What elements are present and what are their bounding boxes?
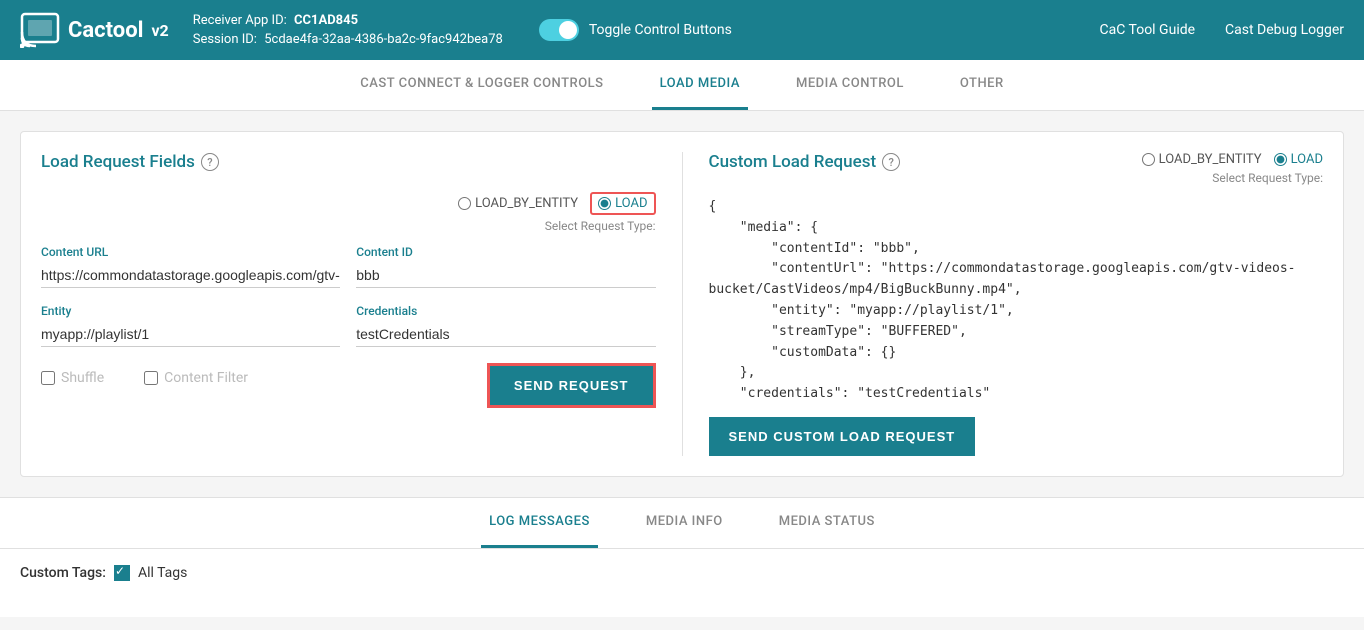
content-filter-checkbox[interactable] [144, 371, 158, 385]
right-radio-load[interactable]: LOAD [1274, 152, 1323, 167]
entity-input[interactable] [41, 322, 340, 347]
custom-load-panel: Custom Load Request ? LOAD_BY_ENTITY LOA… [709, 152, 1324, 456]
entity-group: Entity [41, 304, 340, 347]
left-radio-load[interactable]: LOAD [590, 192, 655, 215]
send-request-button[interactable]: SEND REQUEST [487, 363, 656, 408]
cast-debug-logger-link[interactable]: Cast Debug Logger [1225, 22, 1344, 38]
load-request-title: Load Request Fields ? [41, 152, 656, 172]
tab-cast-connect[interactable]: CAST CONNECT & LOGGER CONTROLS [352, 60, 611, 110]
shuffle-label: Shuffle [61, 370, 104, 386]
content-filter-label: Content Filter [164, 370, 248, 386]
right-select-type-label: Select Request Type: [1212, 171, 1323, 185]
bottom-nav-tabs: LOG MESSAGES MEDIA INFO MEDIA STATUS [0, 498, 1364, 549]
panels-row: Load Request Fields ? LOAD_BY_ENTITY LOA… [20, 131, 1344, 477]
tab-log-messages[interactable]: LOG MESSAGES [481, 498, 598, 548]
credentials-label: Credentials [356, 304, 655, 318]
tab-media-status[interactable]: MEDIA STATUS [771, 498, 883, 548]
header-nav: CaC Tool Guide Cast Debug Logger [1100, 22, 1345, 38]
panel-divider [682, 152, 683, 456]
left-request-type-radios: LOAD_BY_ENTITY LOAD [458, 192, 655, 215]
content-url-group: Content URL [41, 245, 340, 288]
load-request-panel: Load Request Fields ? LOAD_BY_ENTITY LOA… [41, 152, 656, 456]
tab-load-media[interactable]: LOAD MEDIA [652, 60, 748, 110]
content-url-label: Content URL [41, 245, 340, 259]
toggle-label: Toggle Control Buttons [589, 22, 732, 38]
main-nav-tabs: CAST CONNECT & LOGGER CONTROLS LOAD MEDI… [0, 60, 1364, 111]
all-tags-checkbox[interactable] [114, 565, 130, 581]
content-id-input[interactable] [356, 263, 655, 288]
app-version: v2 [151, 21, 168, 40]
receiver-info: Receiver App ID: CC1AD845 [193, 11, 503, 31]
cast-icon [20, 12, 60, 48]
json-editor[interactable]: { "media": { "contentId": "bbb", "conten… [709, 197, 1324, 405]
tab-other[interactable]: OTHER [952, 60, 1012, 110]
cac-tool-guide-link[interactable]: CaC Tool Guide [1100, 22, 1196, 38]
custom-load-title: Custom Load Request ? [709, 152, 901, 172]
custom-load-header: Custom Load Request ? LOAD_BY_ENTITY LOA… [709, 152, 1324, 185]
right-radio-load-by-entity[interactable]: LOAD_BY_ENTITY [1142, 152, 1262, 167]
tab-media-info[interactable]: MEDIA INFO [638, 498, 731, 548]
content-id-label: Content ID [356, 245, 655, 259]
bottom-section: LOG MESSAGES MEDIA INFO MEDIA STATUS Cus… [0, 497, 1364, 617]
session-info: Receiver App ID: CC1AD845 Session ID: 5c… [193, 11, 503, 50]
right-request-type-radios: LOAD_BY_ENTITY LOAD [1142, 152, 1323, 167]
credentials-group: Credentials [356, 304, 655, 347]
custom-tags-label: Custom Tags: [20, 565, 106, 581]
custom-load-help-icon[interactable]: ? [882, 153, 900, 171]
app-title: Cactool [68, 18, 143, 43]
toggle-area: Toggle Control Buttons [539, 19, 732, 41]
all-tags-label: All Tags [138, 565, 187, 581]
entity-label: Entity [41, 304, 340, 318]
shuffle-checkbox-group: Shuffle [41, 370, 104, 386]
content-url-input[interactable] [41, 263, 340, 288]
content-id-group: Content ID [356, 245, 655, 288]
left-select-type-label: Select Request Type: [545, 219, 656, 233]
main-content: Load Request Fields ? LOAD_BY_ENTITY LOA… [0, 111, 1364, 497]
toggle-control-buttons[interactable] [539, 19, 579, 41]
left-radio-load-by-entity[interactable]: LOAD_BY_ENTITY [458, 196, 578, 211]
load-request-fields-grid: Content URL Content ID Entity Credential… [41, 245, 656, 347]
load-request-help-icon[interactable]: ? [201, 153, 219, 171]
tab-media-control[interactable]: MEDIA CONTROL [788, 60, 912, 110]
credentials-input[interactable] [356, 322, 655, 347]
shuffle-checkbox[interactable] [41, 371, 55, 385]
checkboxes-area: Shuffle Content Filter [41, 370, 248, 386]
right-request-type-area: LOAD_BY_ENTITY LOAD Select Request Type: [1142, 152, 1323, 185]
app-header: Cactool v2 Receiver App ID: CC1AD845 Ses… [0, 0, 1364, 60]
send-custom-load-request-button[interactable]: SEND CUSTOM LOAD REQUEST [709, 417, 976, 456]
session-info-row: Session ID: 5cdae4fa-32aa-4386-ba2c-9fac… [193, 30, 503, 50]
content-filter-checkbox-group: Content Filter [144, 370, 248, 386]
logo: Cactool v2 [20, 12, 169, 48]
custom-tags-row: Custom Tags: All Tags [0, 549, 1364, 597]
